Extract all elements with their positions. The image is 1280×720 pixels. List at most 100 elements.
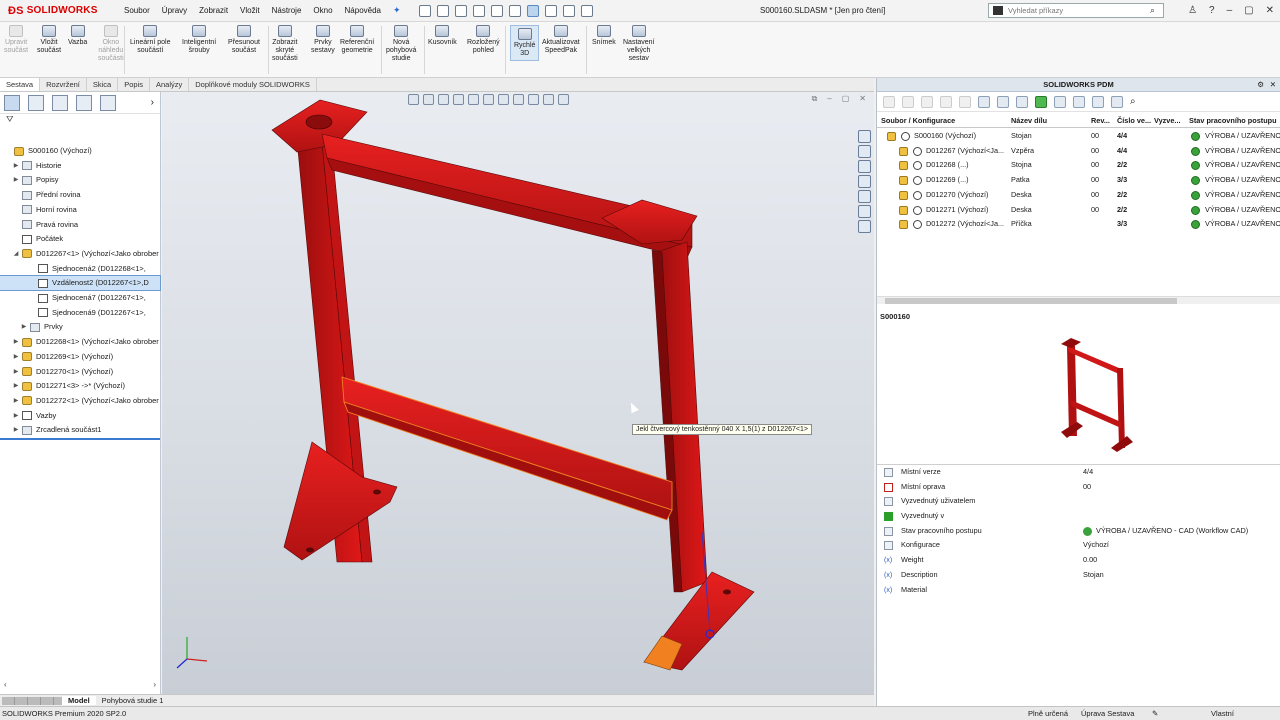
tree-node[interactable]: Pravá rovina (0, 218, 160, 232)
design-library-icon[interactable] (858, 145, 871, 158)
tree-node[interactable]: ▶ Prvky (0, 320, 160, 334)
command-tab[interactable]: Doplňkové moduly SOLIDWORKS (189, 78, 317, 91)
options-icon[interactable] (580, 4, 593, 17)
menu-item[interactable]: Zobrazit (193, 0, 234, 22)
file-properties-icon[interactable] (562, 4, 575, 17)
expand-toggle-icon[interactable]: ◢ (12, 247, 20, 261)
user-icon[interactable]: ♙ (1188, 0, 1197, 22)
close-icon[interactable]: ✕ (1270, 78, 1276, 92)
ribbon-button[interactable]: Lineární pole součástí (130, 25, 170, 55)
rebuild-icon[interactable] (544, 4, 557, 17)
left-foot-hole[interactable] (306, 547, 314, 553)
ribbon-button[interactable]: Kusovník (428, 25, 457, 47)
ribbon-button[interactable]: Nová pohybová studie (386, 25, 416, 63)
ribbon-button[interactable]: Vazba (68, 25, 87, 47)
print-icon[interactable] (490, 4, 503, 17)
scroll-right-icon[interactable]: › (153, 680, 156, 689)
command-tab[interactable]: Analýzy (150, 78, 190, 91)
status-icon[interactable] (1035, 95, 1047, 108)
column-header[interactable]: Vyzve... (1154, 116, 1181, 125)
tab-scroll-arrows[interactable] (2, 696, 62, 705)
ribbon-button[interactable]: Inteligentní šrouby (182, 25, 216, 55)
restore-button[interactable]: ▢ (1244, 0, 1253, 22)
tree-node[interactable]: ▶ D012268<1> (Výchozí<Jako obrober (0, 335, 160, 349)
file-explorer-icon[interactable] (858, 160, 871, 173)
display-manager-icon[interactable] (100, 94, 116, 111)
column-header[interactable]: Stav pracovního postupu (1189, 116, 1277, 125)
solidworks-logo[interactable]: ƉS SOLIDWORKS (0, 0, 110, 22)
select-icon[interactable] (526, 4, 539, 17)
command-tab[interactable]: Popis (118, 78, 150, 91)
menu-item[interactable]: Nástroje (266, 0, 308, 22)
search-icon[interactable]: ⌕ (1150, 5, 1155, 16)
command-tab[interactable]: Skica (87, 78, 119, 91)
refresh-icon[interactable] (1111, 95, 1123, 108)
ribbon-button[interactable]: Nastavení velkých sestav (623, 25, 655, 63)
contains-icon[interactable] (1073, 95, 1085, 108)
tree-node[interactable]: ▶ Popisy (0, 173, 160, 187)
ribbon-button[interactable]: Aktualizovat SpeedPak (542, 25, 580, 55)
tree-node[interactable]: ◢ D012267<1> (Výchozí<Jako obrober (0, 247, 160, 261)
list-view-icon[interactable] (997, 95, 1009, 108)
menu-item[interactable]: Nápověda (339, 0, 387, 22)
ribbon-button[interactable]: Prvky sestavy (311, 25, 335, 55)
expand-toggle-icon[interactable]: ▶ (12, 423, 20, 437)
menu-item[interactable]: Okno (307, 0, 338, 22)
middle-beam-face[interactable] (343, 401, 673, 521)
pdm-vault-icon[interactable] (858, 220, 871, 233)
appearances-icon[interactable] (858, 190, 871, 203)
expand-toggle-icon[interactable]: ▶ (12, 409, 20, 423)
ribbon-button[interactable]: Přesunout součást (228, 25, 260, 55)
left-foot-hole[interactable] (373, 489, 381, 495)
units-selector[interactable]: Vlastní (1211, 707, 1234, 720)
tree-scrollbar[interactable]: ‹ › (0, 680, 160, 690)
dimxpert-icon[interactable] (76, 94, 92, 111)
expand-toggle-icon[interactable]: ▶ (12, 365, 20, 379)
undo-icon[interactable] (508, 4, 521, 17)
ribbon-button[interactable]: Rozložený pohled (467, 25, 500, 55)
tree-node[interactable]: Sjednocená7 (D012267<1>, (0, 291, 160, 305)
tree-node[interactable]: ▶ Vazby (0, 409, 160, 423)
right-foot-hole[interactable] (723, 589, 731, 595)
get-latest-icon[interactable] (883, 95, 895, 108)
open-icon[interactable] (454, 4, 467, 17)
column-header[interactable]: Název dílu (1011, 116, 1047, 125)
tree-node[interactable]: ▶ D012269<1> (Výchozí) (0, 350, 160, 364)
scrollbar-thumb[interactable] (885, 298, 1177, 304)
menu-item[interactable]: Úpravy (156, 0, 193, 22)
filter-icon[interactable]: ⛛ (0, 114, 160, 128)
properties-icon[interactable] (1016, 95, 1028, 108)
pdm-file-row[interactable]: D012267 (Výchozí<Ja... Vzpěra 00 4/4 VÝROBA … (877, 144, 1280, 159)
scroll-left-icon[interactable]: ‹ (4, 680, 7, 689)
tree-node[interactable]: Horní rovina (0, 203, 160, 217)
history-icon[interactable] (1092, 95, 1104, 108)
command-tab[interactable]: Sestava (0, 78, 41, 91)
chevron-right-icon[interactable]: › (151, 97, 154, 108)
expand-toggle-icon[interactable]: ▶ (12, 379, 20, 393)
ribbon-button[interactable]: Snímek (592, 25, 616, 47)
tree-node[interactable]: ▶ Zrcadlená součást1 (0, 423, 160, 437)
left-top-plate-hole[interactable] (305, 114, 333, 130)
expand-toggle-icon[interactable]: ▶ (12, 350, 20, 364)
undo-check-out-icon[interactable] (959, 95, 971, 108)
assembly-model[interactable] (162, 92, 874, 694)
tree-node[interactable]: Vzdálenost2 (D012267<1>,D (0, 275, 161, 292)
ribbon-button[interactable]: Upravit součást (4, 25, 28, 55)
view-palette-icon[interactable] (858, 175, 871, 188)
tree-node[interactable]: Počátek (0, 232, 160, 246)
pdm-file-row[interactable]: D012271 (Výchozí) Deska 00 2/2 VÝROBA / UZAV… (877, 203, 1280, 218)
column-header[interactable]: Soubor / Konfigurace (881, 116, 955, 125)
custom-properties-icon[interactable] (858, 205, 871, 218)
column-header[interactable]: Rev... (1091, 116, 1110, 125)
graphics-area[interactable]: ⧉ – ▢ ✕ Jekl čtvercový tenkostěnný 040 X… (162, 92, 874, 694)
home-icon[interactable] (418, 4, 431, 17)
get-version-icon[interactable] (902, 95, 914, 108)
minimize-button[interactable]: – (1227, 0, 1233, 22)
configuration-manager-icon[interactable] (52, 94, 68, 111)
tree-node[interactable]: ▶ Historie (0, 159, 160, 173)
pdm-file-row[interactable]: D012268 (...) Stojna 00 2/2 VÝROBA / UZAVŘEN… (877, 158, 1280, 173)
search-input[interactable]: Vyhledat příkazy (1008, 6, 1063, 15)
check-in-icon[interactable] (940, 95, 952, 108)
search-icon[interactable]: ⌕ (1130, 96, 1136, 107)
help-icon[interactable]: ? (1209, 0, 1215, 22)
